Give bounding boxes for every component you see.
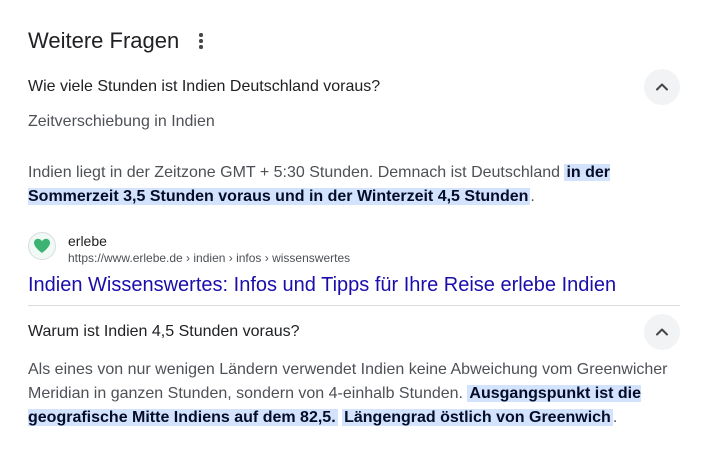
answer-highlight-2: Längengrad östlich von Greenwich (342, 409, 613, 426)
answer-plain-text: Indien liegt in der Zeitzone GMT + 5:30 … (28, 164, 565, 181)
question-row-1[interactable]: Wie viele Stunden ist Indien Deutschland… (28, 69, 680, 105)
section-title: Weitere Fragen (28, 28, 180, 53)
more-vert-icon[interactable] (193, 29, 209, 53)
source-attribution[interactable]: erlebe https://www.erlebe.de › indien › … (28, 232, 350, 266)
answer-end: . (612, 409, 618, 426)
answer-text-2: Als eines von nur wenigen Ländern verwen… (28, 358, 680, 430)
source-name: erlebe (68, 233, 107, 249)
question-text: Wie viele Stunden ist Indien Deutschland… (28, 78, 381, 95)
section-header: Weitere Fragen (28, 26, 209, 56)
divider (28, 305, 680, 306)
heart-icon (28, 232, 56, 260)
question-row-2[interactable]: Warum ist Indien 4,5 Stunden voraus? (28, 314, 680, 350)
answer-text-1: Indien liegt in der Zeitzone GMT + 5:30 … (28, 161, 680, 209)
answer-end: . (530, 188, 535, 205)
chevron-up-icon[interactable] (644, 69, 680, 105)
question-text: Warum ist Indien 4,5 Stunden voraus? (28, 323, 300, 340)
answer-heading: Zeitverschiebung in Indien (28, 113, 215, 130)
result-title-link[interactable]: Indien Wissenswertes: Infos und Tipps fü… (28, 272, 616, 298)
chevron-up-icon[interactable] (644, 314, 680, 350)
source-url: https://www.erlebe.de › indien › infos ›… (68, 251, 351, 265)
